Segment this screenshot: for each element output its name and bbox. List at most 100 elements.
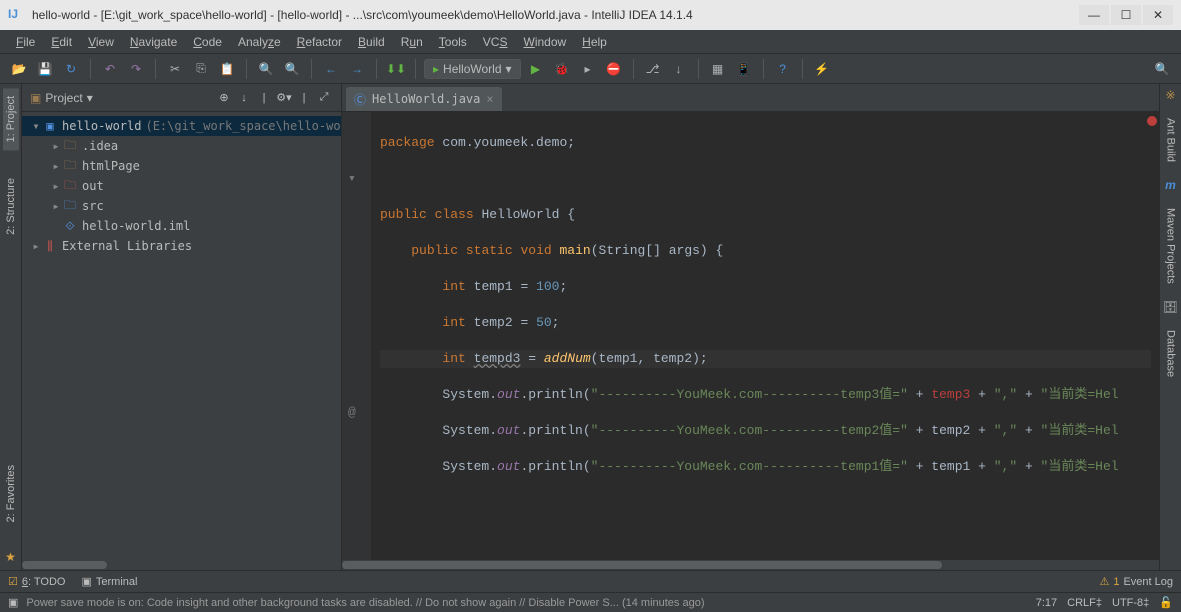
editor-area: Ⓒ HelloWorld.java × ▾ @ package com.youm…	[342, 84, 1159, 570]
tab-database[interactable]: Database	[1163, 322, 1179, 385]
debug-icon[interactable]: 🐞	[551, 58, 573, 80]
folder-icon: 🗀	[62, 176, 78, 197]
right-tool-gutter: ※ Ant Build m Maven Projects 🗄 Database	[1159, 84, 1181, 570]
maven-icon: m	[1165, 178, 1176, 192]
tab-ant-build[interactable]: Ant Build	[1163, 110, 1179, 170]
menu-analyze[interactable]: Analyze	[230, 33, 289, 51]
coverage-icon[interactable]: ▸	[577, 58, 599, 80]
menu-run[interactable]: Run	[393, 33, 431, 51]
open-icon[interactable]: 📂	[8, 58, 30, 80]
back-icon[interactable]: ←	[320, 58, 342, 80]
tree-item-label: hello-world.iml	[82, 219, 190, 233]
redo-icon[interactable]: ↷	[125, 58, 147, 80]
collapse-all-icon[interactable]: ↓	[235, 89, 253, 107]
run-config-icon: ▸	[433, 62, 439, 76]
tab-maven[interactable]: Maven Projects	[1163, 200, 1179, 292]
run-config-selector[interactable]: ▸ HelloWorld ▾	[424, 59, 521, 79]
sep-icon: |	[295, 89, 313, 107]
libraries-icon: ⫼	[42, 239, 58, 254]
tree-item-iml[interactable]: ⟐ hello-world.iml	[22, 216, 341, 236]
project-panel-title: Project	[45, 91, 82, 105]
chevron-down-icon[interactable]: ▾	[87, 91, 93, 105]
status-encoding[interactable]: UTF-8‡	[1112, 597, 1149, 609]
cut-icon[interactable]: ✂	[164, 58, 186, 80]
run-gutter-icon[interactable]: ▾	[348, 170, 356, 188]
bottom-tool-bar: ☑ 6: TODO ▣ Terminal ⚠ 1 Event Log	[0, 570, 1181, 592]
vcs-icon[interactable]: ⎇	[642, 58, 664, 80]
project-panel: ▣ Project ▾ ⊕ ↓ | ⚙▾ | ⤢ ▾ ▣ hello-world…	[22, 84, 342, 570]
menu-refactor[interactable]: Refactor	[289, 33, 350, 51]
code-editor[interactable]: ▾ @ package com.youmeek.demo; public cla…	[342, 112, 1159, 560]
save-icon[interactable]: 💾	[34, 58, 56, 80]
run-icon[interactable]: ▶	[525, 58, 547, 80]
sync-icon[interactable]: ↻	[60, 58, 82, 80]
project-scrollbar[interactable]	[22, 560, 341, 570]
tree-root-path: (E:\git_work_space\hello-wo	[145, 119, 340, 133]
tab-favorites[interactable]: 2: Favorites	[3, 457, 19, 530]
tree-item-label: htmlPage	[82, 159, 140, 173]
tab-todo[interactable]: ☑ 6: TODO	[8, 575, 66, 588]
power-save-icon[interactable]: ⚡	[811, 58, 833, 80]
status-position[interactable]: 7:17	[1036, 597, 1057, 609]
tab-terminal[interactable]: ▣ Terminal	[82, 575, 138, 588]
avd-icon[interactable]: 📱	[733, 58, 755, 80]
struct-icon[interactable]: ▦	[707, 58, 729, 80]
search-everywhere-icon[interactable]: 🔍	[1151, 58, 1173, 80]
editor-scrollbar[interactable]	[342, 560, 1159, 570]
status-message: Power save mode is on: Code insight and …	[26, 597, 1027, 609]
find-icon[interactable]: 🔍	[255, 58, 277, 80]
error-stripe-icon[interactable]	[1147, 116, 1157, 126]
class-icon: Ⓒ	[354, 91, 366, 108]
undo-icon[interactable]: ↶	[99, 58, 121, 80]
close-button[interactable]: ✕	[1143, 5, 1173, 25]
menu-navigate[interactable]: Navigate	[122, 33, 185, 51]
help-icon[interactable]: ?	[772, 58, 794, 80]
tab-event-log[interactable]: ⚠ 1 Event Log	[1099, 575, 1173, 588]
make-icon[interactable]: ⬇⬇	[385, 58, 407, 80]
tab-project[interactable]: 1: Project	[3, 88, 19, 150]
windows-icon[interactable]: ▣	[8, 596, 18, 609]
override-gutter-icon[interactable]: @	[348, 404, 356, 422]
replace-icon[interactable]: 🔍	[281, 58, 303, 80]
titlebar: IJ hello-world - [E:\git_work_space\hell…	[0, 0, 1181, 30]
menu-file[interactable]: File	[8, 33, 43, 51]
menu-tools[interactable]: Tools	[431, 33, 475, 51]
tree-root-name: hello-world	[62, 119, 141, 133]
update-icon[interactable]: ↓	[668, 58, 690, 80]
tree-root[interactable]: ▾ ▣ hello-world (E:\git_work_space\hello…	[22, 116, 341, 136]
left-tool-gutter: 1: Project 2: Structure 2: Favorites ★	[0, 84, 22, 570]
event-log-icon: ⚠	[1099, 575, 1109, 588]
menu-view[interactable]: View	[80, 33, 122, 51]
lock-icon[interactable]: 🔓	[1159, 596, 1173, 609]
tab-structure[interactable]: 2: Structure	[3, 170, 19, 243]
tree-item-src[interactable]: ▸ 🗀 src	[22, 196, 341, 216]
status-line-ending[interactable]: CRLF‡	[1067, 597, 1102, 609]
editor-tab-helloworld[interactable]: Ⓒ HelloWorld.java ×	[346, 87, 502, 111]
terminal-icon: ▣	[82, 575, 92, 588]
tree-item-out[interactable]: ▸ 🗀 out	[22, 176, 341, 196]
paste-icon[interactable]: 📋	[216, 58, 238, 80]
menu-edit[interactable]: Edit	[43, 33, 80, 51]
copy-icon[interactable]: ⎘	[190, 58, 212, 80]
tree-external-label: External Libraries	[62, 239, 192, 253]
editor-gutter: ▾ @	[342, 112, 372, 560]
hide-icon[interactable]: ⤢	[315, 89, 333, 107]
menu-vcs[interactable]: VCS	[475, 33, 516, 51]
gear-icon[interactable]: ⚙▾	[275, 89, 293, 107]
menu-build[interactable]: Build	[350, 33, 393, 51]
file-icon: ⟐	[62, 219, 78, 234]
menu-window[interactable]: Window	[515, 33, 574, 51]
maximize-button[interactable]: ☐	[1111, 5, 1141, 25]
tree-external-libs[interactable]: ▸ ⫼ External Libraries	[22, 236, 341, 256]
tree-item-label: .idea	[82, 139, 118, 153]
menu-help[interactable]: Help	[574, 33, 615, 51]
tree-item-htmlpage[interactable]: ▸ 🗀 htmlPage	[22, 156, 341, 176]
close-tab-icon[interactable]: ×	[486, 92, 493, 106]
forward-icon[interactable]: →	[346, 58, 368, 80]
folder-icon: 🗀	[62, 156, 78, 177]
tree-item-idea[interactable]: ▸ 🗀 .idea	[22, 136, 341, 156]
scroll-from-source-icon[interactable]: ⊕	[215, 89, 233, 107]
menu-code[interactable]: Code	[185, 33, 230, 51]
minimize-button[interactable]: —	[1079, 5, 1109, 25]
stop-icon[interactable]: ⛔	[603, 58, 625, 80]
